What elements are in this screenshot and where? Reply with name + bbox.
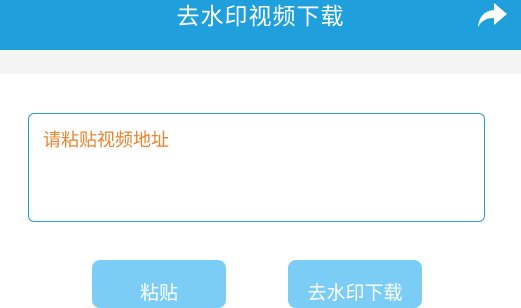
paste-button[interactable]: 粘贴 <box>92 260 226 308</box>
share-arrow-icon <box>478 3 507 27</box>
page-title: 去水印视频下载 <box>176 4 345 30</box>
app-header: 去水印视频下载 <box>0 0 521 50</box>
share-button[interactable] <box>475 1 509 31</box>
video-url-input[interactable] <box>28 113 485 222</box>
remove-watermark-download-button[interactable]: 去水印下载 <box>288 260 422 308</box>
header-divider-bar <box>0 50 521 74</box>
